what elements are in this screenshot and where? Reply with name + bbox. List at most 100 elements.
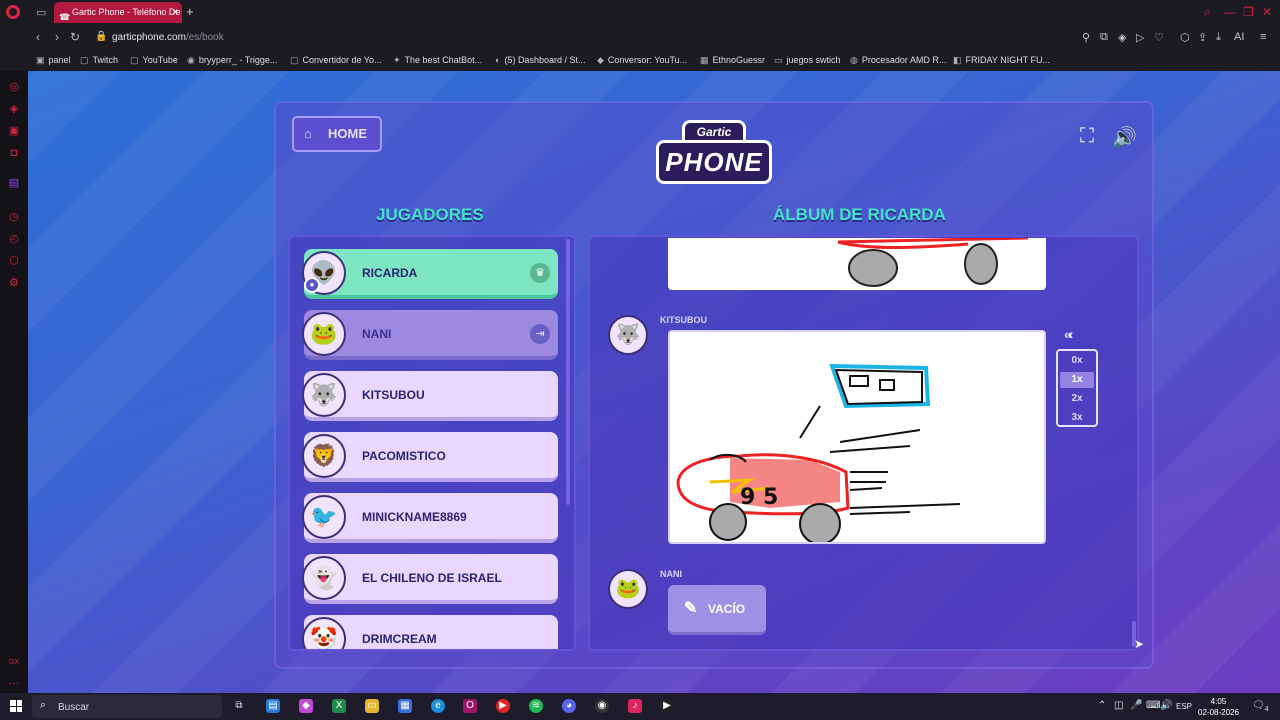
list-item[interactable]: 🐦 MINICKNAME8869: [302, 493, 558, 543]
opera-logo-icon[interactable]: [6, 5, 20, 19]
car-drawing-partial: [837, 238, 1029, 287]
speed-option[interactable]: 3x: [1060, 410, 1094, 426]
discord-icon[interactable]: ◕: [562, 699, 576, 713]
pin-icon[interactable]: ⚲: [1082, 31, 1090, 44]
notification-icon[interactable]: 🗨4: [1252, 700, 1269, 713]
copilot-icon[interactable]: ◆: [299, 699, 313, 713]
tray-chevron-icon[interactable]: ⌃: [1098, 700, 1106, 711]
bookmark-item[interactable]: ▢ Convertidor de Yo...: [290, 55, 382, 66]
tiktok-icon[interactable]: ♪: [628, 699, 642, 713]
snapshot-icon[interactable]: ⧉: [1100, 31, 1108, 44]
bookmark-item[interactable]: ◐ (5) Dashboard / St...: [495, 55, 585, 65]
bookmark-item[interactable]: ◆ Conversor: YouTu...: [597, 55, 687, 66]
share-icon[interactable]: ⇪: [1198, 31, 1207, 44]
gx-icon[interactable]: GX: [8, 657, 20, 669]
tray-app-icon[interactable]: ◫: [1114, 700, 1123, 711]
speed-option-selected[interactable]: 1x: [1060, 372, 1094, 388]
extensions-icon[interactable]: ⬡: [8, 255, 20, 267]
bookmark-item[interactable]: ◉ bryyperr_ - Trigge...: [187, 55, 277, 66]
menu-icon[interactable]: ≡: [1260, 31, 1266, 43]
windows-start-icon[interactable]: [10, 700, 22, 712]
player-name: MINICKNAME8869: [362, 510, 467, 524]
bookmark-item[interactable]: ▢ YouTube: [130, 55, 178, 66]
shield-icon[interactable]: ◈: [1118, 31, 1126, 44]
bookmark-item[interactable]: ▣ panel: [36, 55, 71, 66]
volume-icon[interactable]: 🔊: [1112, 125, 1137, 150]
twitch-icon[interactable]: ▤: [8, 177, 20, 189]
list-item[interactable]: 🐸 NANI ⇥: [302, 310, 558, 360]
search-icon: ⌕: [40, 699, 47, 711]
logo-main-text: PHONE: [656, 140, 772, 184]
spotify-icon[interactable]: ≋: [529, 699, 543, 713]
bookmark-item[interactable]: ▢ Twitch: [80, 55, 118, 66]
rewind-icon[interactable]: «‹: [1064, 326, 1074, 342]
players-list[interactable]: 👽 ● RICARDA ♛ 🐸 NANI ⇥ 🐺 KITSUBOU 🦁 PACO…: [288, 235, 576, 651]
history-icon[interactable]: ◴: [8, 233, 20, 245]
back-icon[interactable]: ‹: [36, 30, 40, 44]
media-player-icon[interactable]: ▶: [660, 699, 674, 713]
avatar: 👻: [302, 556, 346, 600]
player-icon[interactable]: ◷: [8, 211, 20, 223]
speed-option[interactable]: 2x: [1060, 391, 1094, 407]
list-item[interactable]: 🐺 KITSUBOU: [302, 371, 558, 421]
excel-icon[interactable]: X: [332, 699, 346, 713]
speed-selector[interactable]: 0x 1x 2x 3x: [1056, 349, 1098, 427]
edge-icon[interactable]: e: [431, 699, 445, 713]
list-item[interactable]: 👽 ● RICARDA ♛: [302, 249, 558, 299]
microphone-icon[interactable]: 🎤: [1130, 700, 1142, 711]
taskbar-search[interactable]: ⌕ Buscar: [32, 695, 222, 718]
drawing-canvas-previous: [668, 238, 1046, 290]
folder-icon[interactable]: ▭: [365, 699, 379, 713]
clock[interactable]: 4:05 02-08-2026: [1198, 696, 1239, 718]
players-scrollbar[interactable]: [566, 239, 570, 505]
speaker-icon[interactable]: 🔊: [1160, 700, 1172, 711]
messenger-icon[interactable]: ◘: [8, 147, 20, 159]
tab-gartic-phone[interactable]: ☎ Gartic Phone - Teléfono De ×: [54, 2, 182, 23]
heart-icon[interactable]: ♡: [1154, 31, 1164, 44]
new-tab-icon[interactable]: +: [186, 4, 194, 19]
network-icon[interactable]: ⌨: [1146, 700, 1160, 711]
fullscreen-icon[interactable]: ⛶: [1080, 125, 1094, 148]
player-icon[interactable]: ▷: [1136, 31, 1144, 44]
language-indicator[interactable]: ESP: [1176, 702, 1192, 711]
search-icon[interactable]: ⌕: [1204, 5, 1211, 20]
close-tab-icon[interactable]: ×: [172, 2, 178, 23]
bookmark-item[interactable]: ◍ Procesador AMD R...: [850, 55, 946, 66]
restore-icon[interactable]: ❐: [1243, 5, 1254, 19]
store-icon[interactable]: ▦: [398, 699, 412, 713]
home-button[interactable]: ⌂ HOME: [292, 116, 382, 152]
opera-gx-icon[interactable]: O: [463, 699, 477, 713]
more-icon[interactable]: …: [8, 675, 20, 687]
bookmark-folder[interactable]: ▭ juegos swtich: [774, 55, 841, 66]
bookmark-item[interactable]: ◧ FRIDAY NIGHT FU...: [953, 55, 1050, 66]
list-item[interactable]: 👻 EL CHILENO DE ISRAEL: [302, 554, 558, 604]
avatar: 🐺: [302, 373, 346, 417]
aria-icon[interactable]: ◎: [8, 81, 20, 93]
avatar: 🦁: [302, 434, 346, 478]
file-explorer-icon[interactable]: ▤: [266, 699, 280, 713]
ai-icon[interactable]: AI: [1234, 31, 1244, 43]
sidebar-app-icon[interactable]: ◈: [8, 103, 20, 115]
avatar: 🐸: [302, 312, 346, 356]
address-bar: ‹ › ↻ 🔒 garticphone.com/es/book ⚲ ⧉ ◈ ▷ …: [0, 25, 1280, 50]
settings-icon[interactable]: ⚙: [8, 277, 20, 289]
obs-icon[interactable]: ◉: [595, 699, 609, 713]
list-item[interactable]: 🦁 PACOMISTICO: [302, 432, 558, 482]
youtube-music-icon[interactable]: ▶: [496, 699, 510, 713]
extensions-icon[interactable]: ⬡: [1180, 31, 1190, 44]
instagram-icon[interactable]: ▣: [8, 125, 20, 137]
minimize-icon[interactable]: —: [1224, 5, 1236, 19]
bookmark-item[interactable]: ✦ The best ChatBot...: [393, 55, 482, 66]
lock-icon[interactable]: 🔒: [95, 31, 107, 42]
download-icon[interactable]: ⤓: [1216, 31, 1221, 44]
tab-menu-icon[interactable]: ▭: [36, 6, 46, 19]
list-item[interactable]: 🤡 DRIMCREAM: [302, 615, 558, 649]
bookmark-item[interactable]: ▦ EthnoGuessr: [700, 55, 765, 66]
close-window-icon[interactable]: ✕: [1262, 5, 1272, 19]
task-view-icon[interactable]: ⧉: [232, 699, 246, 713]
bookmarks-bar: ▣ panel ▢ Twitch ▢ YouTube ◉ bryyperr_ - Tri…: [0, 50, 1280, 71]
forward-icon[interactable]: ›: [55, 30, 59, 44]
reload-icon[interactable]: ↻: [70, 30, 80, 44]
speed-option[interactable]: 0x: [1060, 353, 1094, 369]
url-field[interactable]: garticphone.com/es/book: [112, 32, 224, 43]
